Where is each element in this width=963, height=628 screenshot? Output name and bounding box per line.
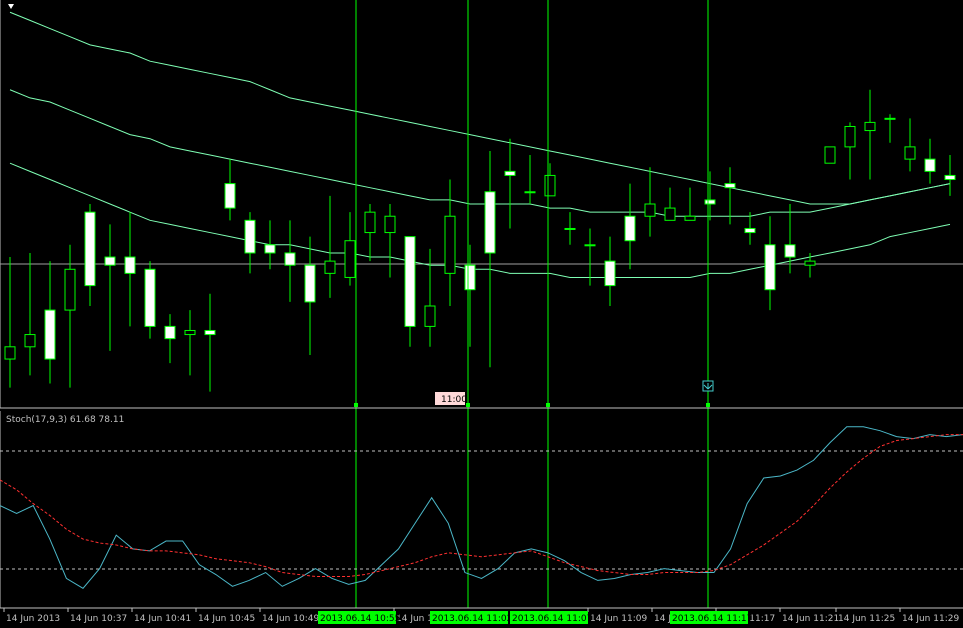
candle-body	[604, 260, 616, 287]
candle	[824, 146, 836, 164]
x-tick-label: 14 Jun 11:29	[902, 614, 959, 624]
candle-body	[144, 268, 156, 327]
time-marker-label: 2013.06.14 11:07	[512, 614, 592, 624]
candle-body	[844, 125, 856, 148]
candle-body	[404, 236, 416, 327]
candle-body	[884, 117, 896, 120]
time-marker-label: 2013.06.14 11:17	[672, 614, 752, 624]
candle-body	[284, 252, 296, 266]
candle-body	[384, 215, 396, 234]
candle-body	[644, 203, 656, 217]
candle-body	[124, 256, 136, 274]
vertical-line-handle[interactable]	[706, 403, 710, 407]
stoch-title: Stoch(17,9,3) 61.68 78.11	[6, 415, 124, 425]
candle-body	[204, 329, 216, 336]
candle-body	[524, 191, 536, 194]
candle-body	[664, 207, 676, 221]
candle-body	[484, 191, 496, 254]
candle-body	[864, 121, 876, 132]
candle-body	[564, 227, 576, 230]
vertical-line-handle[interactable]	[354, 403, 358, 407]
x-tick-label: 14 Jun 2013	[6, 614, 60, 624]
candle-body	[424, 305, 436, 327]
time-marker-label: 2013.06.14 10:55	[320, 614, 400, 624]
candle-body	[724, 183, 736, 189]
candle-body	[4, 346, 16, 360]
candle-body	[624, 215, 636, 242]
candle-body	[944, 174, 956, 181]
time-marker-label: 2013.06.14 11:02	[432, 614, 512, 624]
candle-body	[24, 334, 36, 348]
candle-body	[684, 215, 696, 221]
candle-body	[744, 227, 756, 234]
candle-body	[324, 260, 336, 274]
candle-body	[104, 256, 116, 266]
candle-body	[764, 244, 776, 291]
candle-body	[504, 170, 516, 176]
candle-body	[924, 158, 936, 172]
candle-body	[704, 199, 716, 205]
x-tick-label: 14 Jun 10:49	[262, 614, 319, 624]
candle-body	[784, 244, 796, 258]
vertical-line-handle[interactable]	[546, 403, 550, 407]
x-tick-label: 14 Jun 10:37	[70, 614, 127, 624]
time-label-text: 11:00	[441, 395, 467, 405]
candle-body	[584, 244, 596, 247]
candle-body	[244, 219, 256, 254]
x-tick-label: 14 Jun 10:41	[134, 614, 191, 624]
candle-body	[464, 264, 476, 291]
x-tick-label: 14 Jun 11:25	[838, 614, 895, 624]
x-tick-label: 14 Jun 10:45	[198, 614, 255, 624]
candle-body	[304, 264, 316, 303]
candle-body	[224, 183, 236, 209]
candle-body	[264, 244, 276, 254]
x-tick-label: 14 Jun 11:09	[590, 614, 647, 624]
candle-body	[84, 211, 96, 287]
candle-body	[804, 260, 816, 266]
candle-body	[44, 309, 56, 360]
candle-body	[544, 174, 556, 197]
candle-body	[904, 146, 916, 160]
candle-body	[64, 268, 76, 311]
x-tick-label: 14 Jun 11:21	[782, 614, 839, 624]
trading-chart[interactable]: 11:00 Stoch(17,9,3) 61.68 78.11 14 Jun 2…	[0, 0, 963, 628]
candle-body	[344, 240, 356, 278]
candle-body	[824, 146, 836, 164]
candle-body	[184, 329, 196, 336]
candle-body	[164, 325, 176, 340]
candle-body	[364, 211, 376, 234]
candle-body	[444, 215, 456, 274]
